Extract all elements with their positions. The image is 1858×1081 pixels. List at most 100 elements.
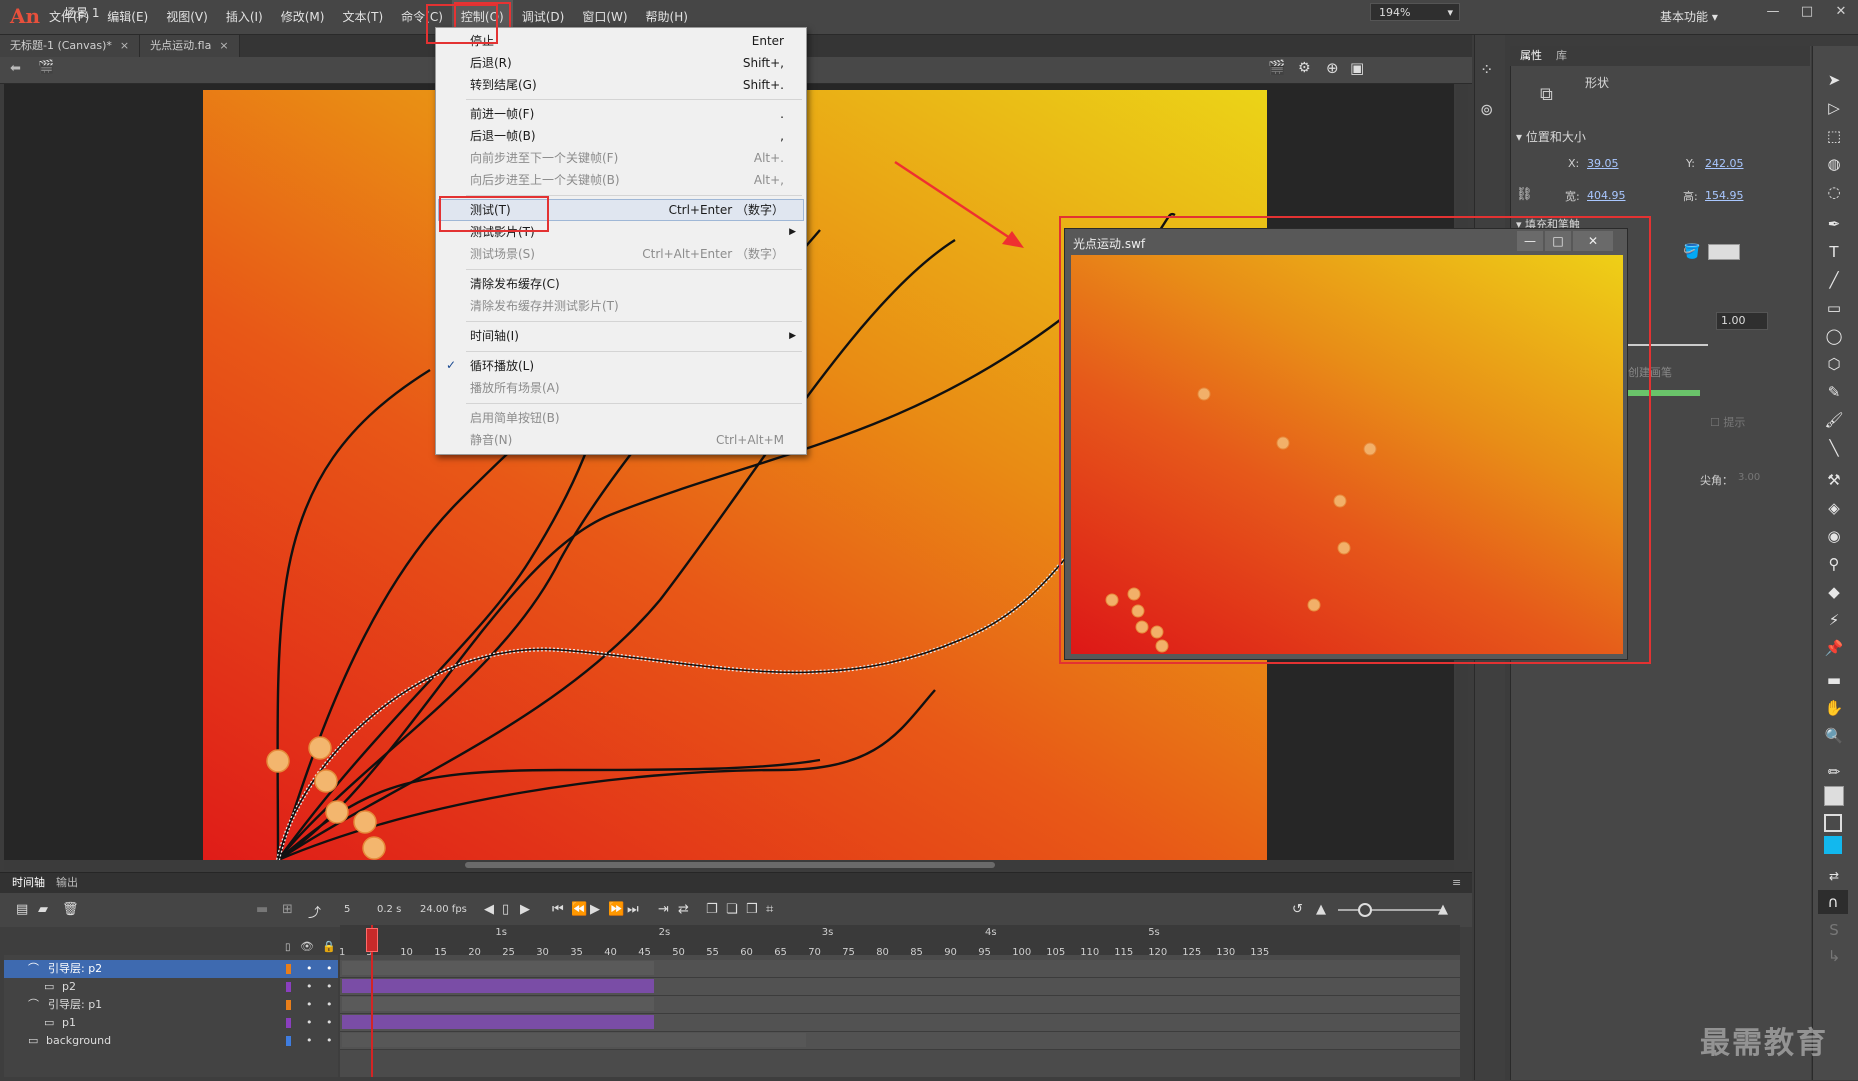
edit-multiple-icon[interactable]: ❒ — [746, 902, 758, 917]
next-keyframe-icon[interactable]: ▶ — [520, 902, 530, 917]
new-layer-icon[interactable]: ▤ — [16, 902, 28, 917]
play-icon[interactable]: ▶ — [590, 902, 600, 917]
center-frame-icon[interactable]: ⇄ — [678, 902, 689, 917]
playhead-handle[interactable] — [366, 928, 378, 952]
frame-number: 50 — [672, 947, 685, 958]
go-to-last-icon[interactable]: ⏭ — [627, 902, 639, 917]
guide-layer-icon: ⌒ — [28, 998, 39, 1011]
frame-number: 85 — [910, 947, 923, 958]
motion-tween[interactable] — [342, 979, 654, 993]
frame-number: 40 — [604, 947, 617, 958]
watermark: 最需教育 — [1700, 1026, 1828, 1061]
graph-icon[interactable]: ⤴ — [308, 902, 321, 921]
layer-name: p2 — [62, 980, 76, 993]
visible-dot[interactable]: • — [306, 1014, 313, 1032]
layer-color-marker — [286, 982, 291, 992]
visible-dot[interactable]: • — [306, 978, 313, 996]
lock-icon[interactable]: 🔒 — [322, 940, 336, 953]
layer-p2[interactable]: ▭ p2 • • — [4, 978, 338, 996]
loop-icon[interactable]: ⇥ — [658, 902, 669, 917]
guide-frames[interactable] — [342, 997, 654, 1011]
go-to-first-icon[interactable]: ⏮ — [552, 902, 564, 917]
layer-icon: ▭ — [28, 1034, 39, 1047]
frame-number: 20 — [468, 947, 481, 958]
lock-dot[interactable]: • — [326, 1032, 333, 1050]
onion-outline-icon[interactable]: ❏ — [726, 902, 738, 917]
lock-dot[interactable]: • — [326, 960, 333, 978]
layer-name: background — [46, 1034, 112, 1047]
onion-markers-icon[interactable]: ⌗ — [766, 902, 773, 917]
frame-number: 110 — [1080, 947, 1100, 958]
layer-name: 引导层: p1 — [48, 998, 103, 1011]
prev-keyframe-icon[interactable]: ◀ — [484, 902, 494, 917]
frame-number: 100 — [1012, 947, 1032, 958]
layer-icon: ▭ — [44, 1016, 55, 1029]
layer-color-marker — [286, 1000, 291, 1010]
frame-number: 90 — [944, 947, 957, 958]
frame-size-slider[interactable] — [1338, 909, 1444, 911]
frame-number: 35 — [570, 947, 583, 958]
frame-number: 65 — [774, 947, 787, 958]
guide-frames[interactable] — [342, 961, 654, 975]
layer-name: p1 — [62, 1016, 76, 1029]
outline-all-icon[interactable]: ▯ — [285, 942, 291, 953]
frame-number: 70 — [808, 947, 821, 958]
frame-number: 105 — [1046, 947, 1066, 958]
frame-number: 120 — [1148, 947, 1168, 958]
delete-layer-icon[interactable]: 🗑 — [62, 902, 79, 917]
second-marker: 2s — [658, 927, 671, 938]
second-marker: 3s — [821, 927, 834, 938]
guide-layer-icon: ⌒ — [28, 962, 39, 975]
add-keyframe-icon[interactable]: ▯ — [502, 902, 509, 917]
frame-number: 55 — [706, 947, 719, 958]
frame-number: 95 — [978, 947, 991, 958]
layer-color-marker — [286, 1018, 291, 1028]
frame-number: 15 — [434, 947, 447, 958]
layer-guide-p2[interactable]: ⌒ 引导层: p2 • • — [4, 960, 338, 978]
frame-number: 10 — [400, 947, 413, 958]
scale-large-icon[interactable]: ▲ — [1438, 902, 1448, 917]
new-folder-icon[interactable]: ▰ — [38, 902, 48, 917]
layer-icon: ▭ — [44, 980, 55, 993]
current-time[interactable]: 0.2 s — [377, 904, 401, 915]
frame-number: 130 — [1216, 947, 1236, 958]
undo-icon[interactable]: ↺ — [1292, 902, 1303, 917]
layer-color-marker — [286, 964, 291, 974]
layer-name: 引导层: p2 — [48, 962, 103, 975]
camera-icon[interactable]: ▬ — [256, 902, 268, 917]
layer-background[interactable]: ▭ background • • — [4, 1032, 338, 1050]
layer-color-marker — [286, 1036, 291, 1046]
lock-dot[interactable]: • — [326, 996, 333, 1014]
lock-dot[interactable]: • — [326, 1014, 333, 1032]
scale-small-icon[interactable]: ▲ — [1316, 902, 1326, 917]
motion-tween[interactable] — [342, 1015, 654, 1029]
step-forward-icon[interactable]: ⏩ — [608, 902, 624, 917]
frame-number: 125 — [1182, 947, 1202, 958]
second-marker: 1s — [495, 927, 507, 938]
current-frame[interactable]: 5 — [344, 904, 350, 915]
tab-output[interactable]: 输出 — [56, 873, 78, 893]
visible-dot[interactable]: • — [306, 996, 313, 1014]
frame-rate[interactable]: 24.00 fps — [420, 904, 467, 915]
visible-dot[interactable]: • — [306, 1032, 313, 1050]
background-frames[interactable] — [342, 1033, 806, 1047]
frame-size-slider-handle[interactable] — [1358, 903, 1372, 917]
frame-number: 1 — [339, 947, 346, 958]
lock-dot[interactable]: • — [326, 978, 333, 996]
panel-menu-icon[interactable]: ≡ — [1452, 873, 1461, 893]
layer-guide-p1[interactable]: ⌒ 引导层: p1 • • — [4, 996, 338, 1014]
second-marker: 5s — [1148, 927, 1160, 938]
frame-number: 80 — [876, 947, 889, 958]
frame-number: 60 — [740, 947, 753, 958]
visibility-icon[interactable]: 👁 — [300, 940, 314, 953]
timeline-tabs: 时间轴 输出 ≡ — [0, 873, 1472, 893]
frame-number: 45 — [638, 947, 651, 958]
frame-number: 115 — [1114, 947, 1134, 958]
step-back-icon[interactable]: ⏪ — [571, 902, 587, 917]
visible-dot[interactable]: • — [306, 960, 313, 978]
layer-parenting-icon[interactable]: ⊞ — [282, 902, 293, 917]
frame-number: 135 — [1250, 947, 1270, 958]
layer-p1[interactable]: ▭ p1 • • — [4, 1014, 338, 1032]
onion-skin-icon[interactable]: ❐ — [706, 902, 718, 917]
tab-timeline[interactable]: 时间轴 — [12, 873, 45, 893]
